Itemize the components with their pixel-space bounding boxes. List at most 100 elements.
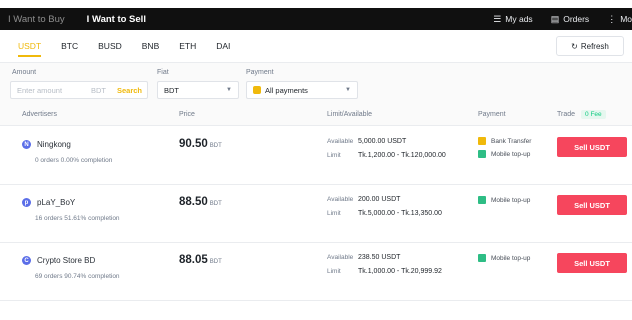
available-label: Available bbox=[327, 254, 354, 261]
advertiser-name: pLaY_BoY bbox=[37, 198, 76, 207]
mobile-topup-icon bbox=[478, 254, 486, 262]
chevron-down-icon: ▼ bbox=[226, 87, 232, 93]
sell-usdt-button[interactable]: Sell USDT bbox=[557, 137, 627, 157]
table-row: C Crypto Store BD 69 orders 90.74% compl… bbox=[0, 243, 632, 301]
advertiser-link[interactable]: p pLaY_BoY bbox=[22, 198, 75, 207]
limit-label: Limit bbox=[327, 210, 341, 217]
payment-method: Mobile top-up bbox=[478, 196, 530, 204]
tab-btc[interactable]: BTC bbox=[61, 35, 78, 57]
price-currency: BDT bbox=[209, 143, 222, 149]
my-ads-label: My ads bbox=[505, 14, 533, 24]
tab-i-want-to-buy[interactable]: I Want to Buy bbox=[8, 14, 65, 25]
available-label: Available bbox=[327, 138, 354, 145]
zero-fee-badge: 0 Fee bbox=[581, 110, 606, 119]
fiat-value: BDT bbox=[164, 85, 179, 95]
sell-usdt-button[interactable]: Sell USDT bbox=[557, 195, 627, 215]
more-link[interactable]: ⋮ Mo bbox=[607, 14, 632, 25]
search-button[interactable]: Search bbox=[117, 86, 142, 95]
payment-method-label: Bank Transfer bbox=[491, 137, 532, 145]
available-value: 5,000.00 USDT bbox=[358, 138, 407, 145]
tab-i-want-to-sell[interactable]: I Want to Sell bbox=[87, 14, 146, 25]
price: 88.50 BDT bbox=[179, 196, 222, 208]
payment-label: Payment bbox=[246, 69, 274, 76]
col-trade-label: Trade bbox=[557, 111, 576, 118]
price: 88.05 BDT bbox=[179, 254, 222, 266]
amount-unit: BDT bbox=[91, 85, 106, 95]
table-row: p pLaY_BoY 16 orders 51.61% completion 8… bbox=[0, 185, 632, 243]
table-row: N Ningkong 0 orders 0.00% completion 90.… bbox=[0, 127, 632, 185]
document-icon: ▤ bbox=[550, 13, 560, 24]
p2p-trading-page: I Want to Buy I Want to Sell ☰ My ads ▤ … bbox=[0, 0, 632, 320]
price-value: 90.50 bbox=[179, 138, 208, 150]
limit-label: Limit bbox=[327, 268, 341, 275]
limit-label: Limit bbox=[327, 152, 341, 159]
advertiser-name: Ningkong bbox=[37, 140, 71, 149]
tab-eth[interactable]: ETH bbox=[179, 35, 196, 57]
available-line: Available 238.50 USDT bbox=[327, 254, 400, 261]
payment-method: Mobile top-up bbox=[478, 254, 530, 262]
crypto-tabs: USDT BTC BUSD BNB ETH DAI ↻ Refresh bbox=[0, 30, 632, 62]
price-value: 88.50 bbox=[179, 196, 208, 208]
amount-label: Amount bbox=[12, 69, 37, 76]
limit-value: Tk.1,000.00 - Tk.20,999.92 bbox=[358, 268, 442, 275]
available-label: Available bbox=[327, 196, 354, 203]
available-value: 200.00 USDT bbox=[358, 196, 401, 203]
col-payment: Payment bbox=[478, 111, 506, 118]
top-bar: I Want to Buy I Want to Sell ☰ My ads ▤ … bbox=[0, 8, 632, 30]
payment-method-icon bbox=[253, 86, 261, 94]
refresh-label: Refresh bbox=[580, 41, 609, 51]
limit-value: Tk.5,000.00 - Tk.13,350.00 bbox=[358, 210, 442, 217]
payment-method: Mobile top-up bbox=[478, 150, 530, 158]
payment-value: All payments bbox=[265, 85, 308, 95]
orders-label: Orders bbox=[563, 14, 590, 24]
fiat-label: Fiat bbox=[157, 69, 169, 76]
limit-line: Limit Tk.1,200.00 - Tk.120,000.00 bbox=[327, 152, 446, 159]
limit-value: Tk.1,200.00 - Tk.120,000.00 bbox=[358, 152, 446, 159]
advertiser-link[interactable]: N Ningkong bbox=[22, 140, 71, 149]
refresh-button[interactable]: ↻ Refresh bbox=[556, 36, 624, 56]
table-header: Advertisers Price Limit/Available Paymen… bbox=[0, 104, 632, 126]
payment-method-label: Mobile top-up bbox=[491, 254, 531, 262]
advertiser-link[interactable]: C Crypto Store BD bbox=[22, 256, 95, 265]
more-icon: ⋮ bbox=[607, 13, 617, 24]
tab-busd[interactable]: BUSD bbox=[98, 35, 122, 57]
trade-direction-tabs: I Want to Buy I Want to Sell bbox=[0, 14, 168, 25]
tab-usdt[interactable]: USDT bbox=[18, 35, 42, 57]
price-value: 88.05 bbox=[179, 254, 208, 266]
price: 90.50 BDT bbox=[179, 138, 222, 150]
top-links: ☰ My ads ▤ Orders ⋮ Mo bbox=[493, 8, 632, 30]
advertiser-stats: 16 orders 51.61% completion bbox=[35, 215, 120, 222]
bank-transfer-icon bbox=[478, 137, 486, 145]
advertiser-stats: 69 orders 90.74% completion bbox=[35, 273, 120, 280]
advertiser-stats: 0 orders 0.00% completion bbox=[35, 157, 113, 164]
payment-method-label: Mobile top-up bbox=[491, 196, 531, 204]
sell-usdt-button[interactable]: Sell USDT bbox=[557, 253, 627, 273]
amount-placeholder: Enter amount bbox=[17, 85, 63, 95]
available-line: Available 5,000.00 USDT bbox=[327, 138, 406, 145]
mobile-topup-icon bbox=[478, 150, 486, 158]
col-price: Price bbox=[179, 111, 195, 118]
avatar: p bbox=[22, 198, 31, 207]
limit-line: Limit Tk.5,000.00 - Tk.13,350.00 bbox=[327, 210, 442, 217]
refresh-icon: ↻ bbox=[571, 41, 578, 51]
available-line: Available 200.00 USDT bbox=[327, 196, 400, 203]
my-ads-link[interactable]: ☰ My ads bbox=[493, 14, 532, 25]
chevron-down-icon: ▼ bbox=[345, 87, 351, 93]
col-limit-available: Limit/Available bbox=[327, 111, 373, 118]
payment-method-label: Mobile top-up bbox=[491, 150, 531, 158]
filter-bar: Amount Enter amount BDT Search Fiat BDT … bbox=[0, 62, 632, 104]
tab-dai[interactable]: DAI bbox=[216, 35, 230, 57]
price-currency: BDT bbox=[209, 259, 222, 265]
payment-select[interactable]: All payments ▼ bbox=[246, 81, 358, 99]
amount-input[interactable]: Enter amount BDT Search bbox=[10, 81, 148, 99]
tab-bnb[interactable]: BNB bbox=[142, 35, 159, 57]
avatar: N bbox=[22, 140, 31, 149]
advertiser-name: Crypto Store BD bbox=[37, 256, 96, 265]
price-currency: BDT bbox=[209, 201, 222, 207]
mobile-topup-icon bbox=[478, 196, 486, 204]
available-value: 238.50 USDT bbox=[358, 254, 401, 261]
col-trade: Trade 0 Fee bbox=[557, 110, 606, 119]
more-label: Mo bbox=[620, 14, 632, 24]
orders-link[interactable]: ▤ Orders bbox=[551, 14, 590, 25]
fiat-select[interactable]: BDT ▼ bbox=[157, 81, 239, 99]
